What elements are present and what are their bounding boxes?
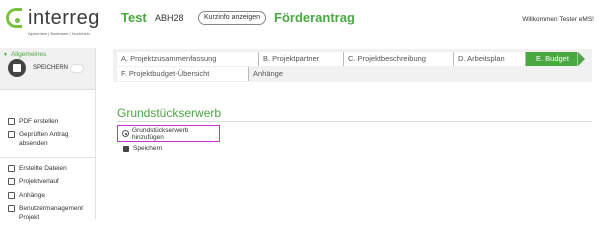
sidebar-item-label: Anhänge	[19, 192, 46, 199]
sidebar-item-label: Erstellte Dateien	[19, 165, 67, 172]
sidebar-section-allgemeines[interactable]: ▼ Allgemeines	[3, 51, 46, 58]
tab-anhaenge[interactable]: Anhänge	[249, 67, 294, 81]
lock-save-icon[interactable]	[8, 59, 26, 77]
sidebar-item-history[interactable]: Projektverlauf	[8, 177, 59, 186]
sidebar-item-submit[interactable]: Geprüften Antrag absenden	[8, 130, 88, 148]
sidebar-divider	[0, 157, 95, 158]
section-heading: Grundstückserwerb	[117, 106, 222, 120]
document-check-icon	[8, 131, 15, 138]
logo-word: interreg	[28, 7, 100, 29]
save-button[interactable]: Speichern	[123, 145, 162, 152]
save-button-label: Speichern	[133, 145, 163, 152]
tab-arbeitsplan[interactable]: D. Arbeitsplan	[454, 52, 526, 66]
project-title: Test	[121, 10, 147, 25]
sidebar-save-label[interactable]: SPEICHERN	[33, 65, 68, 71]
users-icon	[8, 205, 15, 212]
tab-projektbeschreibung[interactable]: C. Projektbeschreibung	[344, 52, 454, 66]
history-icon	[8, 178, 15, 185]
attachment-icon	[8, 192, 15, 199]
logo-subtitle: Alpenrhein | Bodensee | Hochrhein	[28, 31, 90, 36]
tab-budget[interactable]: E. Budget	[526, 52, 578, 66]
sidebar-section-label: Allgemeines	[10, 51, 47, 58]
add-grundstueckserwerb-button[interactable]: Grundstückserwerb hinzufügen	[117, 125, 220, 142]
kurzinfo-button[interactable]: Kurzinfo anzeigen	[198, 11, 267, 25]
tab-projektpartner[interactable]: B. Projektpartner	[259, 52, 344, 66]
interreg-logo[interactable]: interreg Alpenrhein | Bodensee | Hochrhe…	[4, 8, 100, 36]
save-toggle[interactable]	[70, 64, 84, 73]
form-title: Förderantrag	[274, 10, 355, 25]
add-circle-icon	[122, 130, 129, 137]
add-button-label: Grundstückserwerb hinzufügen	[132, 126, 189, 141]
sidebar-item-files[interactable]: Erstellte Dateien	[8, 164, 67, 173]
welcome-text: Willkommen Tester eMS!	[522, 16, 594, 23]
heading-divider	[117, 121, 592, 122]
files-icon	[8, 165, 15, 172]
sidebar-item-user-management[interactable]: Benutzermanagement Projekt	[8, 204, 88, 222]
document-icon	[8, 118, 15, 125]
sidebar-item-pdf[interactable]: PDF erstellen	[8, 117, 58, 126]
project-code: ABH28	[155, 13, 184, 23]
sidebar-item-label: Benutzermanagement Projekt	[19, 205, 83, 221]
caret-down-icon: ▼	[3, 52, 8, 58]
floppy-disk-icon	[123, 145, 129, 152]
tab-active-arrow	[578, 52, 585, 66]
interreg-logo-icon	[4, 8, 26, 32]
tab-projektbudget-uebersicht[interactable]: F. Projektbudget-Übersicht	[117, 67, 249, 81]
sidebar-item-attachments[interactable]: Anhänge	[8, 191, 45, 200]
sidebar-item-label: PDF erstellen	[19, 118, 59, 125]
sidebar-item-label: Projektverlauf	[19, 178, 59, 185]
sidebar-item-label: Geprüften Antrag absenden	[19, 131, 69, 147]
tab-projektzusammenfassung[interactable]: A. Projektzusammenfassung	[117, 52, 259, 66]
